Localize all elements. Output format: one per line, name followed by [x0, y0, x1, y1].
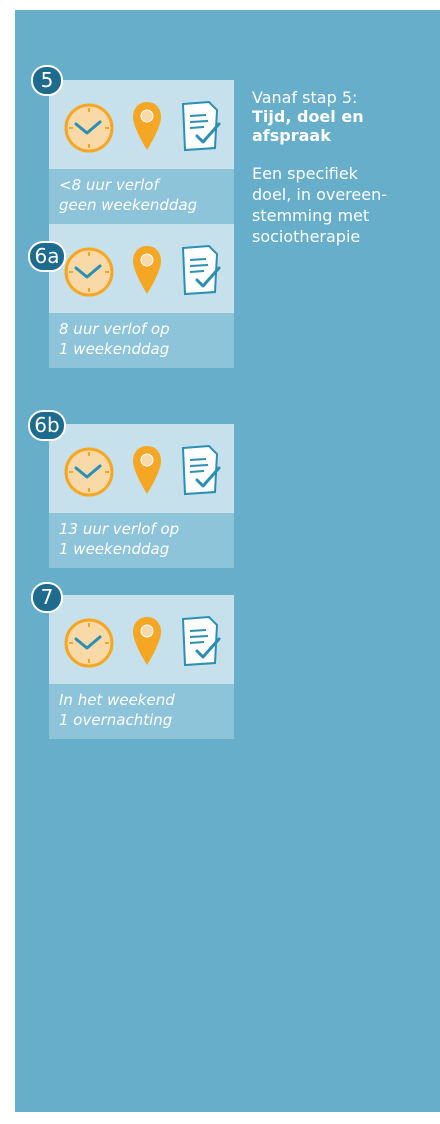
side-heading-line: afspraak [252, 126, 331, 145]
location-pin-icon [133, 102, 161, 150]
step-text-line: geen weekenddag [59, 196, 198, 214]
step-description: <8 uur verlof geen weekenddag [59, 175, 229, 215]
step-text-line: 13 uur verlof op [59, 520, 180, 538]
clock-icon [64, 618, 114, 668]
side-heading-line: Tijd, doel en [252, 107, 364, 126]
step-description: 8 uur verlof op 1 weekenddag [59, 319, 229, 359]
side-body-line: sociotherapie [252, 227, 361, 246]
step-description: In het weekend 1 overnachting [59, 690, 229, 730]
step-text-line: <8 uur verlof [59, 176, 159, 194]
step-badge: 5 [31, 65, 63, 96]
checklist-document-icon [181, 244, 221, 296]
clock-icon [64, 103, 114, 153]
step-description: 13 uur verlof op 1 weekenddag [59, 519, 229, 559]
step-card-6b: 13 uur verlof op 1 weekenddag [49, 424, 234, 568]
checklist-document-icon [181, 615, 221, 667]
side-body-line: doel, in overeen- [252, 185, 388, 204]
checklist-document-icon [181, 444, 221, 496]
step-text-line: 1 overnachting [59, 711, 173, 729]
icon-row [49, 424, 234, 513]
clock-icon [64, 447, 114, 497]
side-intro: Vanaf stap 5: [252, 88, 358, 107]
icon-row [49, 224, 234, 313]
step-badge: 6a [28, 241, 66, 272]
location-pin-icon [133, 246, 161, 294]
location-pin-icon [133, 617, 161, 665]
step-text-line: In het weekend [59, 691, 175, 709]
step-badge: 6b [28, 410, 66, 441]
side-body-line: stemming met [252, 206, 370, 225]
clock-icon [64, 247, 114, 297]
location-pin-icon [133, 446, 161, 494]
icon-row [49, 80, 234, 169]
step-card-5: <8 uur verlof geen weekenddag [49, 80, 234, 224]
step-badge: 7 [31, 582, 63, 613]
side-body-line: Een specifiek [252, 164, 358, 183]
step-text-line: 1 weekenddag [59, 340, 170, 358]
step-card-6a: 8 uur verlof op 1 weekenddag [49, 224, 234, 368]
side-body: Een specifiek doel, in overeen- stemming… [252, 163, 437, 247]
checklist-document-icon [181, 100, 221, 152]
step-card-7: In het weekend 1 overnachting [49, 595, 234, 739]
side-description: Vanaf stap 5: Tijd, doel en afspraak Een… [252, 88, 437, 247]
step-text-line: 8 uur verlof op [59, 320, 170, 338]
step-text-line: 1 weekenddag [59, 540, 170, 558]
icon-row [49, 595, 234, 684]
